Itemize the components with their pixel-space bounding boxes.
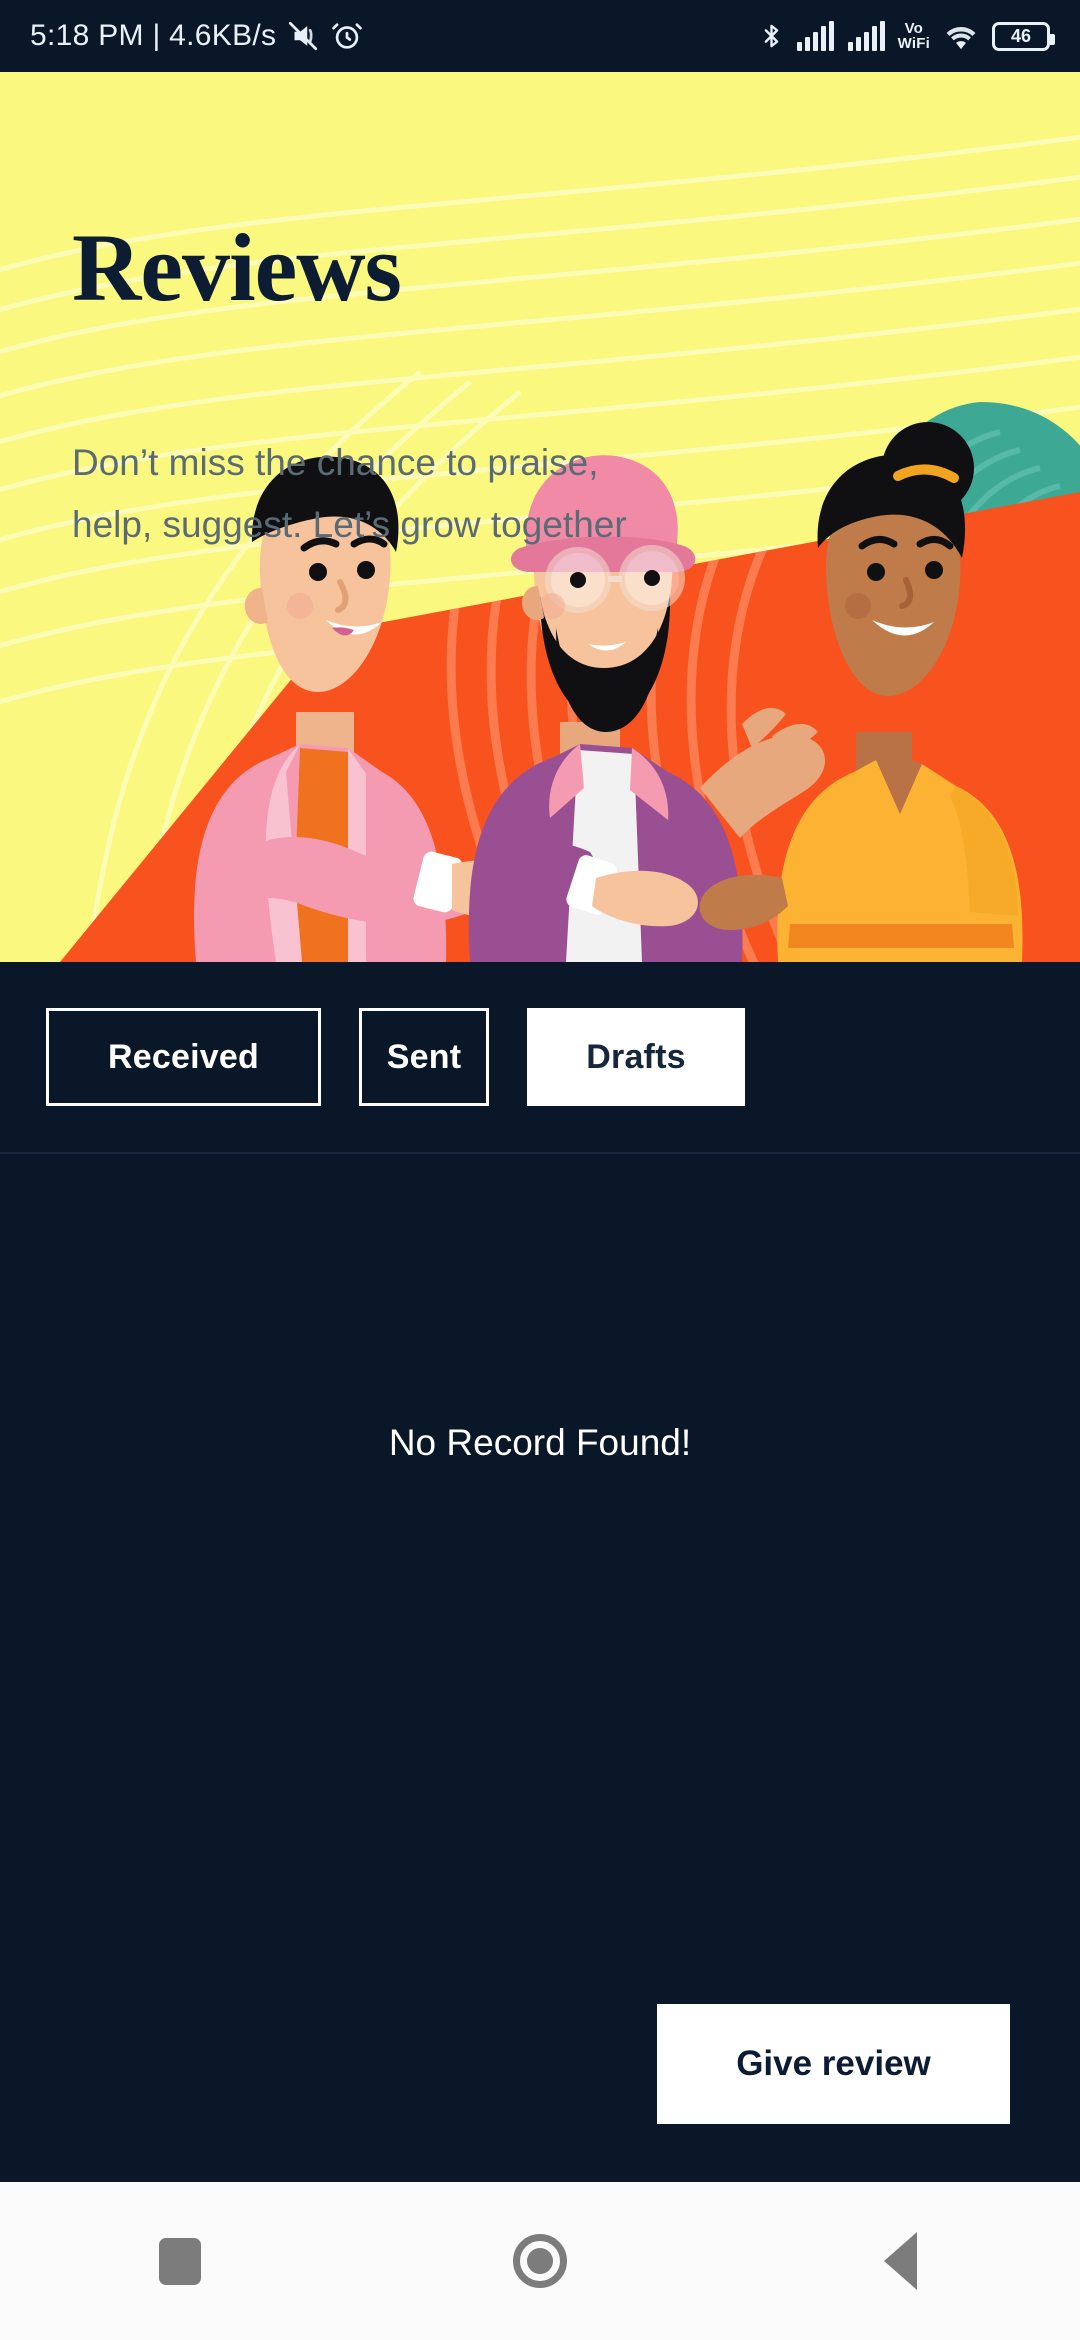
- triangle-back-icon: [883, 2232, 917, 2290]
- page-title: Reviews: [72, 214, 402, 321]
- back-button[interactable]: [810, 2182, 990, 2340]
- give-review-button[interactable]: Give review: [657, 2004, 1010, 2124]
- home-button[interactable]: [450, 2182, 630, 2340]
- tab-drafts[interactable]: Drafts: [527, 1008, 745, 1106]
- battery-level: 46: [1010, 25, 1032, 46]
- volte-wifi-line2: WiFi: [897, 35, 930, 52]
- volte-wifi-line1: Vo: [904, 20, 924, 37]
- alarm-icon: [332, 23, 363, 49]
- wifi-icon: [946, 27, 976, 50]
- volte-wifi-icon: Vo WiFi: [898, 21, 930, 51]
- bluetooth-icon: [764, 24, 778, 48]
- tab-received[interactable]: Received: [46, 1008, 321, 1106]
- signal-bars-2-icon: [847, 21, 885, 51]
- content-divider: [0, 1152, 1080, 1154]
- page-subtitle: Don’t miss the chance to praise, help, s…: [72, 442, 627, 545]
- mute-icon: [289, 21, 318, 51]
- status-time-and-network: 5:18 PM | 4.6KB/s: [30, 19, 277, 52]
- signal-bars-icon: [796, 21, 834, 51]
- status-bar-left: 5:18 PM | 4.6KB/s: [30, 19, 758, 53]
- hero-header: Reviews Don’t miss the chance to praise,…: [0, 72, 1080, 962]
- status-bar: 5:18 PM | 4.6KB/s Vo WiFi 46: [0, 0, 1080, 72]
- content-area: No Record Found! Give review: [0, 1152, 1080, 2182]
- square-icon: [159, 2237, 201, 2285]
- battery-icon: 46: [992, 21, 1055, 51]
- status-bar-right: Vo WiFi 46: [758, 19, 1055, 53]
- tab-sent[interactable]: Sent: [359, 1008, 489, 1106]
- circle-icon: [513, 2234, 567, 2288]
- empty-state-message: No Record Found!: [388, 1422, 692, 1463]
- tab-bar: Received Sent Drafts: [0, 962, 1080, 1152]
- android-navigation-bar: [0, 2182, 1080, 2340]
- recent-apps-button[interactable]: [90, 2182, 270, 2340]
